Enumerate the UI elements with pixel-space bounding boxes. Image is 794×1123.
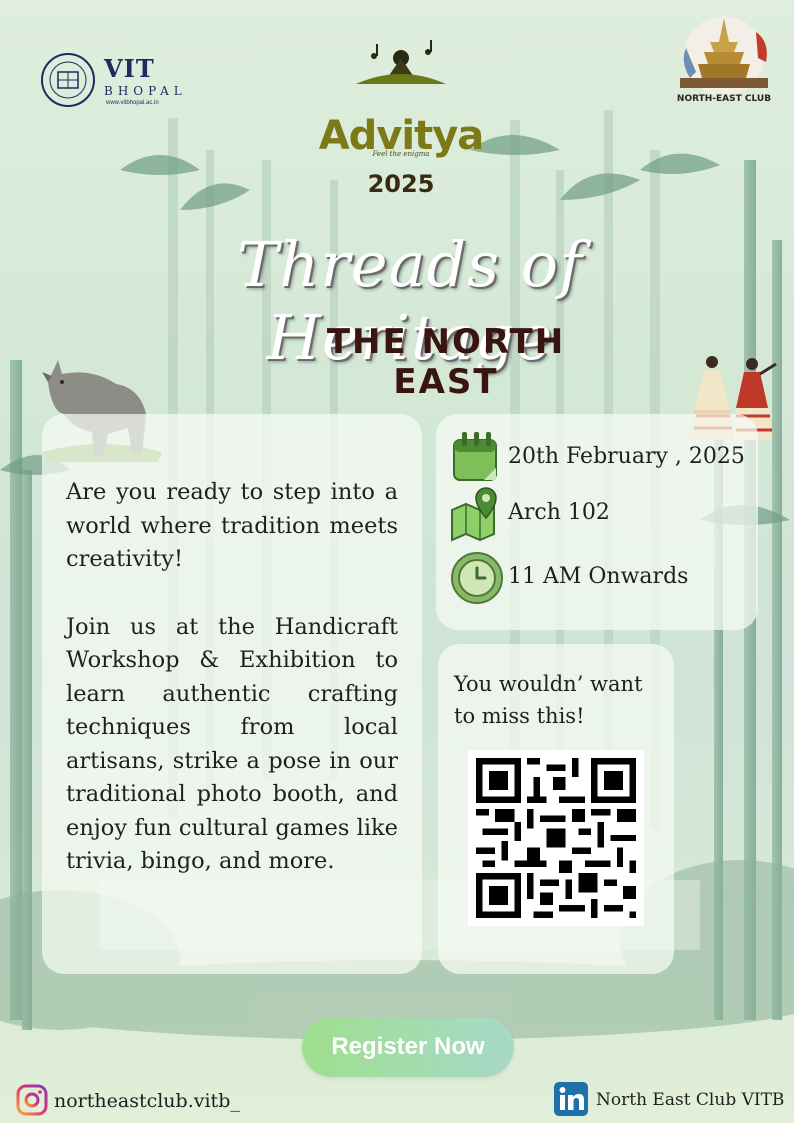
event-time: 11 AM Onwards — [508, 564, 689, 589]
event-description: Are you ready to step into a world where… — [66, 476, 398, 879]
event-venue: Arch 102 — [508, 500, 610, 525]
club-name: NORTH-EAST CLUB — [676, 94, 772, 104]
institute-name: VIT — [104, 54, 155, 83]
instagram-link[interactable]: northeastclub.vitb_ — [16, 1084, 276, 1118]
description-card: Are you ready to step into a world where… — [42, 414, 422, 974]
institute-url: www.vitbhopal.ac.in — [106, 100, 159, 106]
registration-qr-card: You wouldn’ want to miss this! — [438, 644, 674, 974]
event-time-row: 11 AM Onwards — [450, 550, 750, 606]
fest-year: 2025 — [367, 170, 435, 198]
event-subtitle: THE NORTH EAST — [326, 322, 566, 402]
north-east-club-logo: NORTH-EAST CLUB — [666, 12, 782, 112]
institute-location: BHOPAL — [104, 84, 187, 98]
pagoda-icon — [680, 16, 768, 96]
linkedin-icon — [554, 1082, 588, 1116]
vit-bhopal-logo: VIT BHOPAL www.vitbhopal.ac.in — [40, 52, 190, 108]
clock-icon — [451, 552, 503, 604]
event-date-row: 20th February , 2025 — [450, 430, 750, 486]
event-venue-row: Arch 102 — [450, 486, 750, 542]
linkedin-name: North East Club VITB — [596, 1090, 785, 1110]
registration-qr-code[interactable] — [468, 750, 644, 926]
map-pin-icon — [451, 487, 497, 542]
qr-message: You wouldn’ want to miss this! — [454, 672, 643, 728]
description-intro: Are you ready to step into a world where… — [66, 479, 398, 572]
description-details: Join us at the Handicraft Workshop & Exh… — [66, 613, 398, 875]
fest-tagline: Feel the enigma — [372, 150, 430, 158]
event-date: 20th February , 2025 — [508, 444, 745, 469]
qr-code-icon — [476, 758, 636, 918]
instagram-icon — [16, 1084, 48, 1116]
fest-logo: Advitya Feel the enigma 2025 — [316, 36, 486, 198]
institute-seal-icon — [41, 53, 95, 107]
instagram-handle: northeastclub.vitb_ — [54, 1090, 240, 1112]
music-notes-icon — [356, 40, 446, 84]
linkedin-link[interactable]: North East Club VITB — [554, 1082, 784, 1118]
event-details-card: 20th February , 2025 Arch 102 11 AM Onwa… — [436, 414, 758, 630]
register-now-button[interactable]: Register Now — [302, 1017, 514, 1077]
calendar-icon — [453, 432, 497, 481]
